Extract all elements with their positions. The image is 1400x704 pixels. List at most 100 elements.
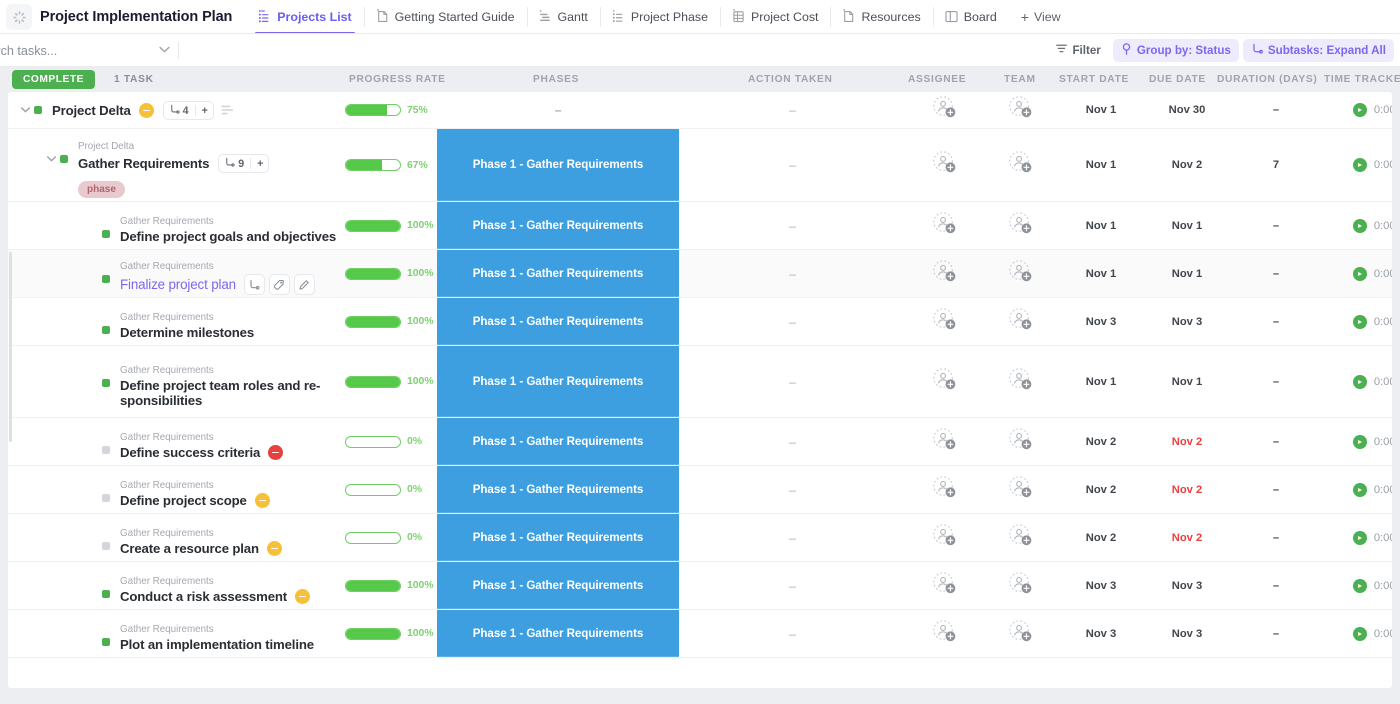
table-row[interactable]: Gather Requirements Plot an implementatio…: [8, 610, 1392, 658]
start-timer-icon[interactable]: [1352, 374, 1367, 389]
phases-cell[interactable]: Phase 1 - Gather Requirements: [437, 514, 679, 561]
duration-cell[interactable]: –: [1230, 514, 1322, 561]
duration-cell[interactable]: –: [1230, 92, 1322, 128]
task-title[interactable]: Define project goals and objectives: [120, 229, 336, 244]
team-cell[interactable]: [982, 610, 1058, 657]
add-team-icon[interactable]: [1008, 150, 1033, 180]
search-input[interactable]: Search tasks...: [0, 44, 170, 58]
task-name-cell[interactable]: Gather Requirements Plot an implementatio…: [8, 610, 345, 657]
subtask-icon[interactable]: [243, 274, 265, 295]
start-timer-icon[interactable]: [1352, 530, 1367, 545]
progress-cell[interactable]: 0%: [345, 418, 437, 465]
progress-cell[interactable]: 100%: [345, 202, 437, 249]
time-tracked-cell[interactable]: 0:00:00: [1322, 129, 1392, 201]
priority-amber-icon[interactable]: [254, 493, 270, 508]
priority-red-icon[interactable]: [268, 445, 284, 460]
status-dot[interactable]: [102, 446, 110, 454]
tab-projects-list[interactable]: Projects List: [246, 0, 363, 34]
action-taken-cell[interactable]: –: [679, 514, 906, 561]
action-taken-cell[interactable]: –: [679, 129, 906, 201]
priority-amber-icon[interactable]: [295, 589, 311, 604]
status-dot[interactable]: [60, 155, 68, 163]
start-date-cell[interactable]: Nov 1: [1058, 92, 1144, 128]
status-dot[interactable]: [102, 542, 110, 550]
status-dot[interactable]: [34, 106, 42, 114]
phases-cell[interactable]: Phase 1 - Gather Requirements: [437, 346, 679, 417]
status-dot[interactable]: [102, 494, 110, 502]
team-cell[interactable]: [982, 250, 1058, 297]
table-row[interactable]: Gather Requirements Define success criter…: [8, 418, 1392, 466]
assignee-cell[interactable]: [906, 250, 982, 297]
progress-cell[interactable]: 75%: [345, 92, 437, 128]
action-taken-cell[interactable]: –: [679, 202, 906, 249]
action-taken-cell[interactable]: –: [679, 562, 906, 609]
start-timer-icon[interactable]: [1352, 103, 1367, 117]
tab-resources[interactable]: Resources: [830, 0, 932, 34]
duration-cell[interactable]: 7: [1230, 129, 1322, 201]
time-tracked-cell[interactable]: 0:00:00: [1322, 562, 1392, 609]
phases-cell[interactable]: Phase 1 - Gather Requirements: [437, 298, 679, 345]
phase-chip[interactable]: Phase 1 - Gather Requirements: [437, 418, 679, 465]
task-title[interactable]: Finalize project plan: [120, 277, 236, 292]
task-title[interactable]: Create a resource plan: [120, 541, 259, 556]
team-cell[interactable]: [982, 514, 1058, 561]
table-row[interactable]: Gather Requirements Determine milestones 1…: [8, 298, 1392, 346]
assignee-cell[interactable]: [906, 466, 982, 513]
task-title[interactable]: Define success criteria: [120, 445, 260, 460]
start-date-cell[interactable]: Nov 3: [1058, 298, 1144, 345]
phases-cell[interactable]: –: [437, 92, 679, 128]
action-taken-cell[interactable]: –: [679, 610, 906, 657]
status-dot[interactable]: [102, 378, 110, 387]
action-taken-cell[interactable]: –: [679, 298, 906, 345]
due-date-cell[interactable]: Nov 2: [1144, 418, 1230, 465]
task-name-cell[interactable]: Gather Requirements Define project goals …: [8, 202, 345, 249]
phase-chip[interactable]: Phase 1 - Gather Requirements: [437, 346, 679, 417]
status-dot[interactable]: [102, 590, 110, 598]
status-dot[interactable]: [102, 638, 110, 646]
phase-chip[interactable]: Phase 1 - Gather Requirements: [437, 250, 679, 297]
edit-pencil-icon[interactable]: [293, 274, 315, 295]
due-date-cell[interactable]: Nov 30: [1144, 92, 1230, 128]
table-row[interactable]: Gather Requirements Conduct a risk assess…: [8, 562, 1392, 610]
start-date-cell[interactable]: Nov 2: [1058, 466, 1144, 513]
start-date-cell[interactable]: Nov 2: [1058, 514, 1144, 561]
time-tracked-cell[interactable]: 0:00:00: [1322, 466, 1392, 513]
start-timer-icon[interactable]: [1352, 218, 1367, 233]
duration-cell[interactable]: –: [1230, 418, 1322, 465]
progress-cell[interactable]: 67%: [345, 129, 437, 201]
start-date-cell[interactable]: Nov 2: [1058, 418, 1144, 465]
table-row[interactable]: Gather Requirements Finalize project plan…: [8, 250, 1392, 298]
tab-project-cost[interactable]: Project Cost: [719, 0, 830, 34]
expand-collapse-toggle[interactable]: [44, 156, 58, 162]
start-date-cell[interactable]: Nov 3: [1058, 610, 1144, 657]
start-timer-icon[interactable]: [1352, 158, 1367, 172]
add-team-icon[interactable]: [1008, 211, 1033, 241]
task-name-cell[interactable]: Project Delta 4 +: [8, 92, 345, 128]
due-date-cell[interactable]: Nov 2: [1144, 466, 1230, 513]
add-assignee-icon[interactable]: [932, 523, 957, 553]
assignee-cell[interactable]: [906, 92, 982, 128]
team-cell[interactable]: [982, 92, 1058, 128]
add-team-icon[interactable]: [1008, 367, 1033, 397]
task-name-cell[interactable]: Gather Requirements Finalize project plan: [8, 250, 345, 297]
phase-chip[interactable]: Phase 1 - Gather Requirements: [437, 298, 679, 345]
task-name-cell[interactable]: Gather Requirements Determine milestones: [8, 298, 345, 345]
expand-collapse-toggle[interactable]: [18, 107, 32, 113]
due-date-cell[interactable]: Nov 3: [1144, 562, 1230, 609]
progress-cell[interactable]: 100%: [345, 250, 437, 297]
table-row[interactable]: Project Delta4+75%––Nov 1Nov 30–0:00:00: [8, 92, 1392, 129]
task-name-cell[interactable]: Gather Requirements Define project team r…: [8, 346, 345, 417]
assignee-cell[interactable]: [906, 418, 982, 465]
table-row[interactable]: Gather Requirements Create a resource pla…: [8, 514, 1392, 562]
task-title[interactable]: Define project scope: [120, 493, 247, 508]
add-assignee-icon[interactable]: [932, 307, 957, 337]
phases-cell[interactable]: Phase 1 - Gather Requirements: [437, 129, 679, 201]
add-assignee-icon[interactable]: [932, 475, 957, 505]
start-date-cell[interactable]: Nov 1: [1058, 202, 1144, 249]
table-row[interactable]: Project Delta Gather Requirements 9 + phase 6…: [8, 129, 1392, 202]
team-cell[interactable]: [982, 562, 1058, 609]
due-date-cell[interactable]: Nov 2: [1144, 129, 1230, 201]
start-date-cell[interactable]: Nov 1: [1058, 129, 1144, 201]
due-date-cell[interactable]: Nov 2: [1144, 514, 1230, 561]
phases-cell[interactable]: Phase 1 - Gather Requirements: [437, 418, 679, 465]
